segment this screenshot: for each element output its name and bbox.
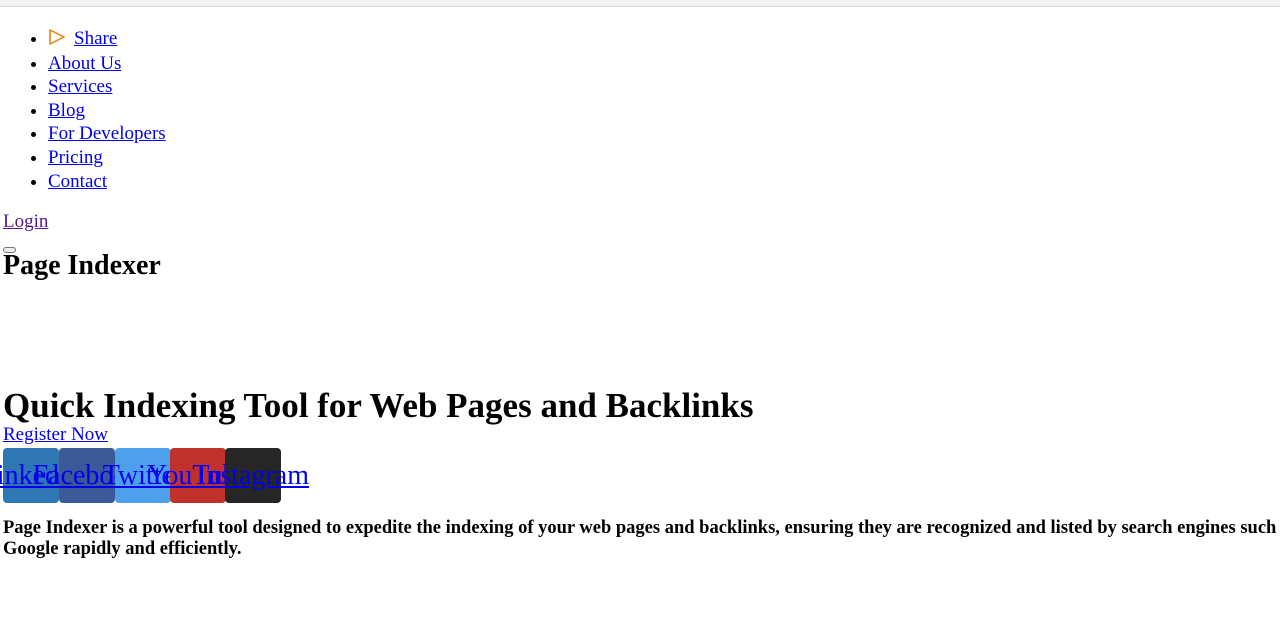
nav-item-about-us: About Us [48,52,166,76]
play-outline-icon [48,28,66,52]
description-text: Page Indexer is a powerful tool designed… [3,518,1280,559]
nav-link-services[interactable]: Services [48,76,112,97]
nav-link-share[interactable]: Share [48,28,117,49]
login-link[interactable]: Login [3,211,48,233]
nav-item-pricing: Pricing [48,146,166,170]
nav-link-contact[interactable]: Contact [48,171,107,192]
instagram-button[interactable]: Instagram [197,448,309,503]
nav-link-about-us[interactable]: About Us [48,53,121,74]
nav-link-blog[interactable]: Blog [48,100,85,121]
nav-link-for-developers[interactable]: For Developers [48,123,166,144]
nav-label-share: Share [74,28,118,49]
nav-link-pricing[interactable]: Pricing [48,147,103,168]
nav-item-services: Services [48,75,166,99]
main-nav: Share About Us Services Blog For Develop… [0,27,166,193]
site-brand-title: Page Indexer [3,250,161,281]
nav-item-share: Share [48,27,166,52]
social-links: LinkedIn Facebook Twitter YouTube Instag… [0,448,333,503]
register-now-link[interactable]: Register Now [3,424,108,446]
instagram-label: Instagram [197,459,309,491]
nav-item-contact: Contact [48,170,166,194]
browser-top-strip [0,0,1280,7]
hero-title: Quick Indexing Tool for Web Pages and Ba… [3,386,754,425]
nav-item-for-developers: For Developers [48,122,166,146]
nav-item-blog: Blog [48,99,166,123]
